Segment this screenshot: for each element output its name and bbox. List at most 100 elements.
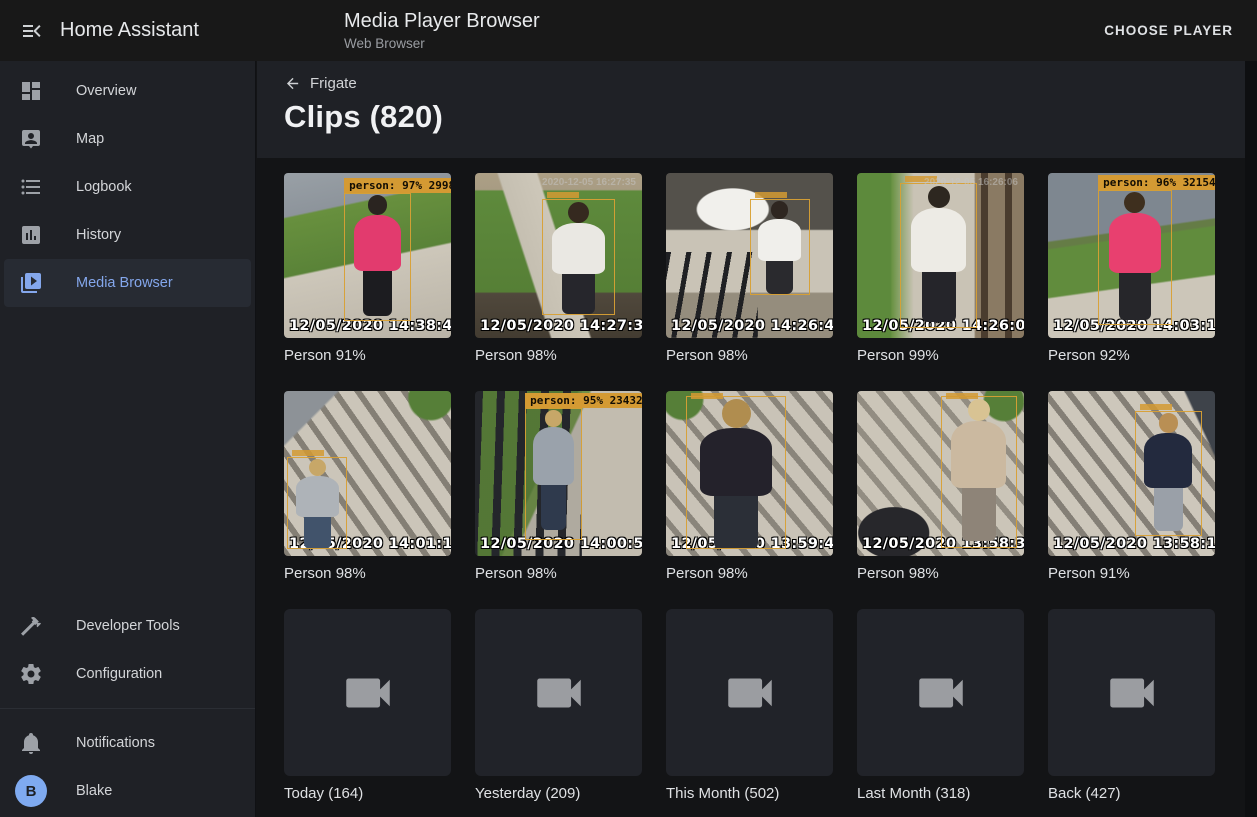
list-icon [19,175,43,199]
clip-caption: Person 99% [857,347,1024,364]
folder-caption: Back (427) [1048,785,1215,802]
media-browser-content: Frigate Clips (820) person: 97% 29988 12… [257,61,1257,817]
detection-label: person: 95% 23432 [525,393,642,408]
scrollbar[interactable] [1245,61,1257,817]
camera-osd-timestamp: 2020-12-05 16:27:35 [542,177,636,188]
clip-timestamp: 12/05/2020 14:27:35 [480,318,642,334]
detection-box [525,408,582,540]
detection-box [941,396,1018,548]
clip-card[interactable]: person: 96% 32154 12/05/2020 14:03:17 Pe… [1048,173,1215,364]
clip-card[interactable]: 12/05/2020 14:01:14 Person 98% [284,391,451,582]
folder-card[interactable]: Back (427) [1048,609,1215,802]
sidebar-divider [0,708,255,709]
hammer-icon [19,614,43,638]
detection-box [1135,411,1202,536]
sidebar-item-logbook[interactable]: Logbook [0,163,255,211]
folder-thumbnail [284,609,451,776]
folder-caption: Yesterday (209) [475,785,642,802]
sidebar-item-overview[interactable]: Overview [0,67,255,115]
sidebar-item-notifications[interactable]: Notifications [0,719,255,767]
sidebar-item-label: Notifications [76,735,155,751]
video-camera-icon [721,664,779,722]
clip-caption: Person 98% [666,565,833,582]
sidebar-item-label: Overview [76,83,136,99]
clip-caption: Person 98% [475,565,642,582]
clip-caption: Person 92% [1048,347,1215,364]
clip-caption: Person 91% [1048,565,1215,582]
sidebar-item-media-browser[interactable]: Media Browser [4,259,251,307]
folder-card[interactable]: Yesterday (209) [475,609,642,802]
clip-card[interactable]: person: 97% 29988 12/05/2020 14:38:47 Pe… [284,173,451,364]
choose-player-button[interactable]: CHOOSE PLAYER [1094,15,1243,46]
clip-card[interactable]: 12/05/2020 13:58:30 Person 98% [857,391,1024,582]
detection-box [1098,190,1171,325]
sidebar-main-menu: Overview Map Logbook History Media Brows… [0,61,255,307]
folder-thumbnail [857,609,1024,776]
clip-thumbnail: person: 96% 32154 12/05/2020 14:03:17 [1048,173,1215,338]
gear-icon [19,662,43,686]
clip-caption: Person 91% [284,347,451,364]
sidebar-item-map[interactable]: Map [0,115,255,163]
camera-osd-timestamp: 2020-12-05 16:26:06 [924,177,1018,188]
detection-minilabel [946,393,978,399]
clip-card[interactable]: person: 95% 23432 12/05/2020 14:00:52 Pe… [475,391,642,582]
sidebar-toggle-icon[interactable] [8,7,56,55]
folder-card[interactable]: This Month (502) [666,609,833,802]
page-title-block: Media Player Browser Web Browser [344,9,540,52]
clip-card[interactable]: 2020-12-05 16:27:35 12/05/2020 14:27:35 … [475,173,642,364]
topbar-left: Home Assistant [0,7,256,55]
detection-box [750,199,810,295]
detection-minilabel [292,450,324,456]
folder-card[interactable]: Last Month (318) [857,609,1024,802]
clip-card[interactable]: 12/05/2020 14:26:48 Person 98% [666,173,833,364]
page-title: Media Player Browser [344,9,540,33]
clip-card[interactable]: 2020-12-05 16:26:06 12/05/2020 14:26:07 … [857,173,1024,364]
sidebar-item-history[interactable]: History [0,211,255,259]
clip-thumbnail: 2020-12-05 16:27:35 12/05/2020 14:27:35 [475,173,642,338]
sidebar-item-user-profile[interactable]: B Blake [0,767,255,815]
breadcrumb[interactable]: Frigate [284,75,357,92]
clip-caption: Person 98% [666,347,833,364]
folder-caption: Today (164) [284,785,451,802]
clip-thumbnail: 12/05/2020 14:01:14 [284,391,451,556]
sidebar-item-label: Developer Tools [76,618,180,634]
sidebar-item-label: Map [76,131,104,147]
folder-thumbnail [666,609,833,776]
content-header: Frigate Clips (820) [257,61,1245,158]
page-subtitle: Web Browser [344,36,540,52]
clip-thumbnail: person: 95% 23432 12/05/2020 14:00:52 [475,391,642,556]
sidebar-item-label: Media Browser [76,275,173,291]
home-assistant-window: Home Assistant Media Player Browser Web … [0,0,1257,817]
clip-caption: Person 98% [857,565,1024,582]
top-app-bar: Home Assistant Media Player Browser Web … [0,0,1257,61]
detection-box [686,396,786,549]
breadcrumb-back-label: Frigate [310,75,357,92]
folder-card[interactable]: Today (164) [284,609,451,802]
video-camera-icon [339,664,397,722]
detection-label: person: 96% 32154 [1098,175,1215,190]
video-camera-icon [530,664,588,722]
sidebar-item-developer-tools[interactable]: Developer Tools [0,602,255,650]
detection-box [287,457,347,549]
clip-card[interactable]: 12/05/2020 13:59:49 Person 98% [666,391,833,582]
view-dashboard-icon [19,79,43,103]
detection-minilabel [1140,404,1172,410]
sidebar-item-label: Logbook [76,179,132,195]
clip-caption: Person 98% [475,347,642,364]
folder-thumbnail [475,609,642,776]
clip-thumbnail: 12/05/2020 13:58:17 [1048,391,1215,556]
play-box-multiple-icon [19,271,43,295]
detection-minilabel [755,192,787,198]
video-camera-icon [1103,664,1161,722]
detection-minilabel [691,393,723,399]
sidebar: Overview Map Logbook History Media Brows… [0,61,256,817]
sidebar-item-configuration[interactable]: Configuration [0,650,255,698]
clip-thumbnail: 12/05/2020 13:59:49 [666,391,833,556]
clip-timestamp: 12/05/2020 13:58:17 [1053,536,1215,552]
avatar: B [15,775,47,807]
detection-box [542,199,615,315]
sidebar-footer-menu: Developer Tools Configuration Notificati… [0,602,255,817]
clips-grid: person: 97% 29988 12/05/2020 14:38:47 Pe… [257,158,1245,817]
clip-card[interactable]: 12/05/2020 13:58:17 Person 91% [1048,391,1215,582]
clip-thumbnail: 12/05/2020 13:58:30 [857,391,1024,556]
